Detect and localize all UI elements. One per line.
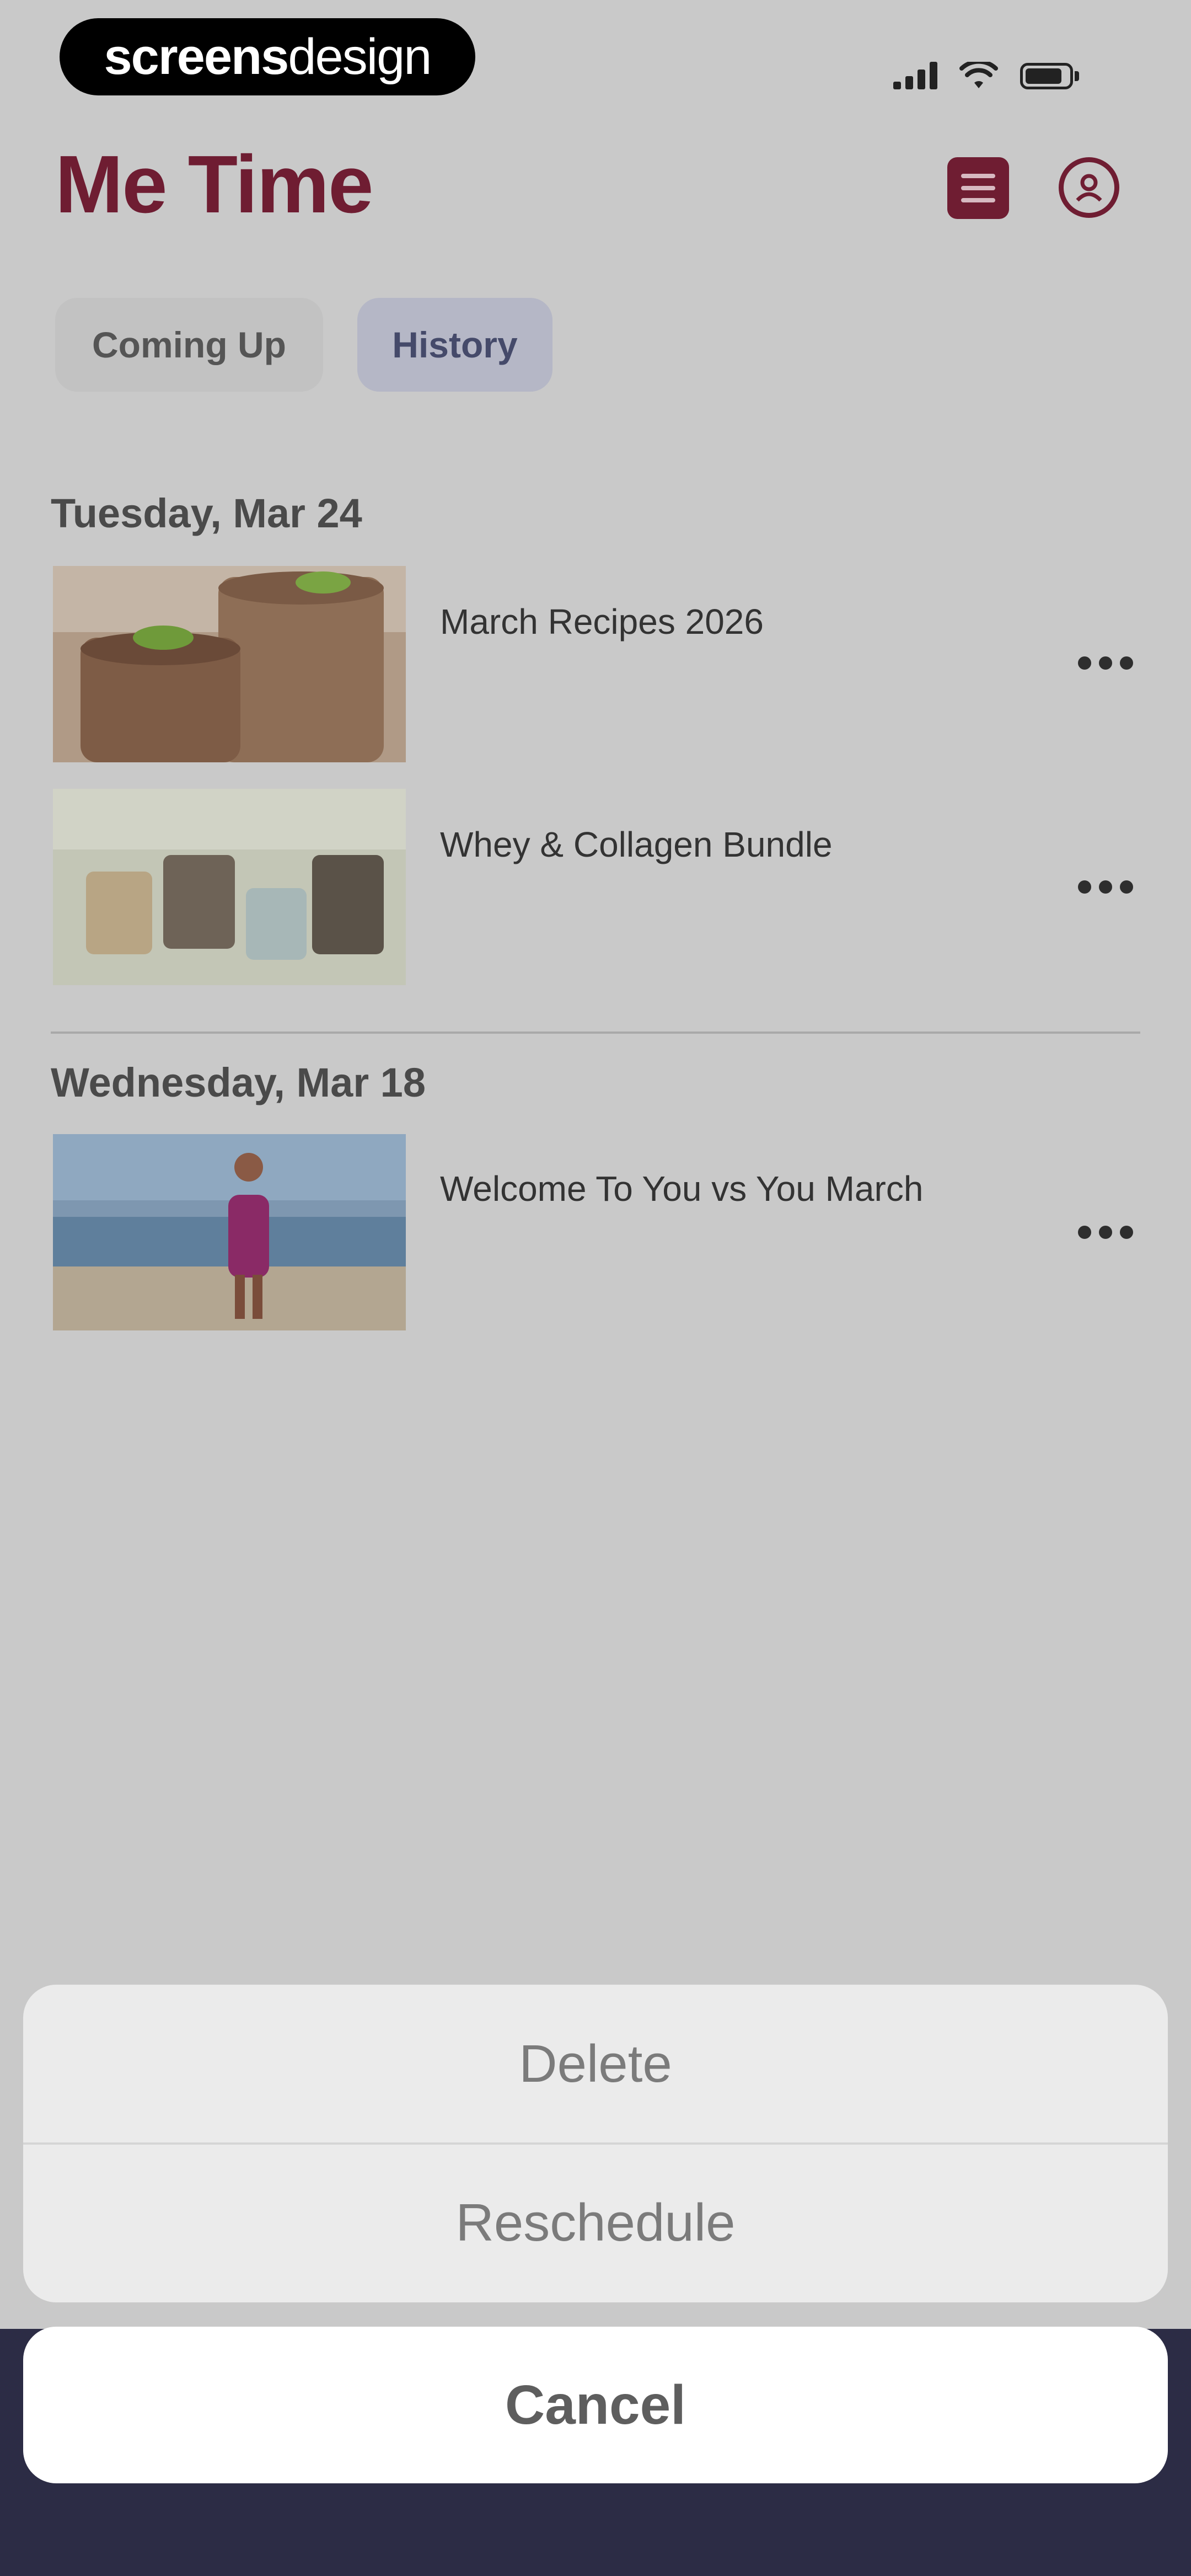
logo-text-bold: screens — [104, 28, 289, 85]
beach-woman-photo — [53, 1134, 406, 1330]
more-options-button[interactable] — [1078, 1221, 1133, 1243]
item-thumbnail[interactable] — [53, 789, 406, 985]
item-title[interactable]: March Recipes 2026 — [440, 601, 764, 642]
item-title[interactable]: Welcome To You vs You March — [440, 1168, 923, 1209]
page-title: Me Time — [55, 139, 373, 230]
screensdesign-logo: screens design — [60, 18, 475, 95]
profile-button[interactable] — [1059, 157, 1119, 218]
list-view-button[interactable] — [947, 157, 1009, 219]
profile-icon — [1076, 174, 1102, 202]
tab-coming-up[interactable]: Coming Up — [55, 298, 323, 392]
section-divider — [51, 1032, 1140, 1034]
delete-button[interactable]: Delete — [23, 1985, 1168, 2144]
signal-icon — [893, 62, 937, 89]
wifi-icon — [959, 62, 998, 88]
status-icons — [893, 51, 1079, 89]
logo-text-regular: design — [288, 28, 432, 85]
reschedule-button[interactable]: Reschedule — [23, 2144, 1168, 2302]
smoothie-photo — [53, 566, 406, 762]
protein-bags-photo — [53, 789, 406, 985]
item-title[interactable]: Whey & Collagen Bundle — [440, 824, 833, 865]
item-thumbnail[interactable] — [53, 566, 406, 762]
cancel-button[interactable]: Cancel — [23, 2327, 1168, 2483]
battery-icon — [1020, 63, 1079, 89]
section-date: Wednesday, Mar 18 — [51, 1060, 426, 1105]
action-sheet: Delete Reschedule — [23, 1985, 1168, 2302]
more-options-button[interactable] — [1078, 652, 1133, 674]
item-thumbnail[interactable] — [53, 1134, 406, 1330]
tab-history[interactable]: History — [357, 298, 552, 392]
section-date: Tuesday, Mar 24 — [51, 490, 362, 536]
more-options-button[interactable] — [1078, 876, 1133, 898]
